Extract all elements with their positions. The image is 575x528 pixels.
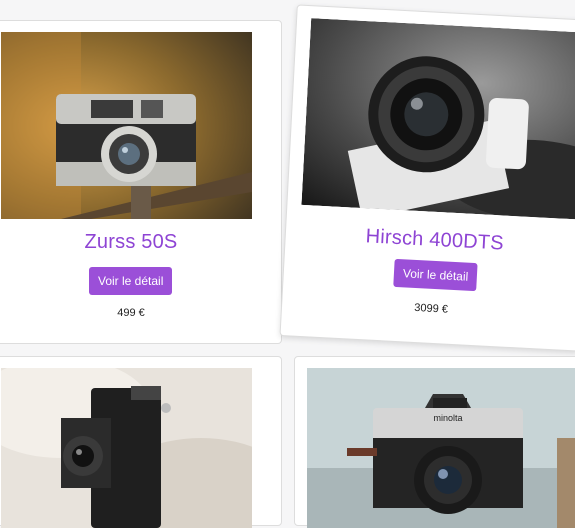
view-detail-button[interactable]: Voir le détail bbox=[393, 258, 478, 292]
product-photo[interactable]: minolta bbox=[307, 368, 575, 528]
product-price: 499 € bbox=[117, 307, 145, 319]
product-photo[interactable] bbox=[1, 32, 252, 219]
product-photo[interactable] bbox=[1, 368, 252, 528]
product-name: Hirsch 400DTS bbox=[365, 225, 505, 255]
minolta-badge: minolta bbox=[433, 413, 462, 423]
camera-lens-icon bbox=[301, 18, 575, 221]
rangefinder-camera-icon bbox=[1, 32, 252, 219]
product-name: Zurss 50S bbox=[84, 231, 178, 253]
product-card[interactable]: Zurss 50S Voir le détail 499 € bbox=[0, 20, 282, 344]
minolta-camera-icon: minolta bbox=[307, 368, 575, 528]
product-price: 3099 € bbox=[414, 301, 449, 316]
folding-camera-icon bbox=[1, 368, 252, 528]
view-detail-button[interactable]: Voir le détail bbox=[89, 267, 173, 295]
product-card[interactable] bbox=[0, 356, 282, 528]
product-card[interactable]: minolta bbox=[294, 356, 575, 528]
product-photo[interactable] bbox=[301, 18, 575, 221]
product-card[interactable]: Hirsch 400DTS Voir le détail 3099 € bbox=[279, 4, 575, 352]
